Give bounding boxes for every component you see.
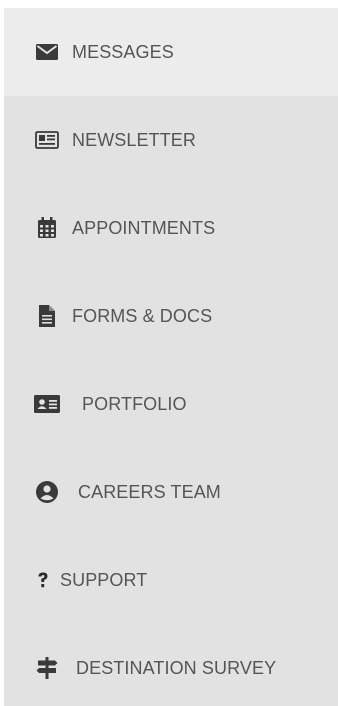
sidebar-item-support[interactable]: SUPPORT xyxy=(4,536,338,624)
sidebar-item-careers-team[interactable]: CAREERS TEAM xyxy=(4,448,338,536)
sidebar-item-label: FORMS & DOCS xyxy=(72,306,213,326)
sidebar-item-newsletter[interactable]: NEWSLETTER xyxy=(4,96,338,184)
sidebar-item-label: PORTFOLIO xyxy=(82,394,187,414)
document-icon xyxy=(34,303,60,329)
sidebar-item-label: NEWSLETTER xyxy=(72,130,197,150)
sidebar-item-label: CAREERS TEAM xyxy=(78,482,221,502)
id-card-icon xyxy=(34,391,60,417)
envelope-icon xyxy=(34,39,60,65)
sidebar-item-label: DESTINATION SURVEY xyxy=(76,658,277,678)
calendar-icon xyxy=(34,215,60,241)
sidebar-item-destination-survey[interactable]: DESTINATION SURVEY xyxy=(4,624,338,706)
sidebar-item-label: APPOINTMENTS xyxy=(72,218,216,238)
sidebar-item-forms-docs[interactable]: FORMS & DOCS xyxy=(4,272,338,360)
user-circle-icon xyxy=(34,479,60,505)
signpost-icon xyxy=(34,655,60,681)
question-icon xyxy=(34,567,52,593)
sidebar-nav: MESSAGES NEWSLETTER APPOINTMENTS FORMS &… xyxy=(4,8,338,706)
sidebar-item-messages[interactable]: MESSAGES xyxy=(4,8,338,96)
newspaper-icon xyxy=(34,127,60,153)
sidebar-item-appointments[interactable]: APPOINTMENTS xyxy=(4,184,338,272)
sidebar-item-label: SUPPORT xyxy=(60,570,148,590)
sidebar-item-portfolio[interactable]: PORTFOLIO xyxy=(4,360,338,448)
sidebar-item-label: MESSAGES xyxy=(72,42,174,62)
